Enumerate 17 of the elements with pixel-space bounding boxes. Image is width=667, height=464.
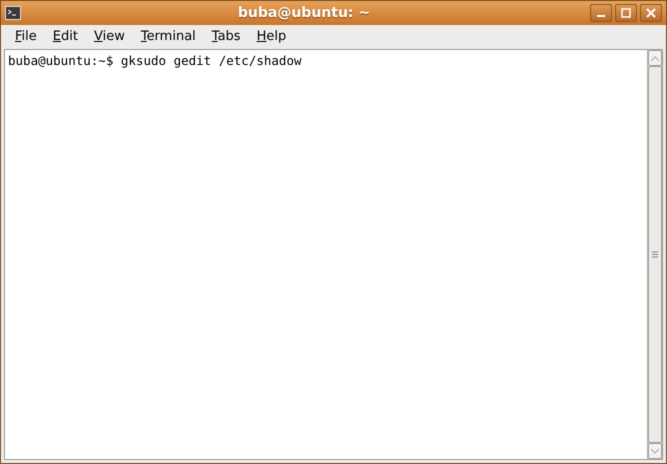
maximize-icon — [621, 8, 631, 18]
minimize-icon — [597, 15, 605, 17]
maximize-button[interactable] — [615, 4, 637, 22]
menu-item[interactable]: Help — [248, 27, 294, 47]
terminal-icon — [5, 5, 21, 21]
scrollbar-thumb[interactable] — [648, 66, 662, 443]
minimize-button[interactable] — [590, 4, 612, 22]
menu-item[interactable]: Edit — [44, 27, 86, 47]
menu-item[interactable]: Terminal — [132, 27, 204, 47]
window-title: buba@ubuntu: ~ — [236, 4, 372, 22]
grip-icon — [652, 251, 658, 258]
close-button[interactable] — [640, 4, 662, 22]
close-icon — [646, 8, 656, 18]
menu-item[interactable]: View — [86, 27, 133, 47]
menu-item[interactable]: File — [7, 27, 45, 47]
menu-item[interactable]: Tabs — [204, 27, 249, 47]
terminal-text: buba@ubuntu:~$ gksudo gedit /etc/shadow — [7, 52, 302, 70]
